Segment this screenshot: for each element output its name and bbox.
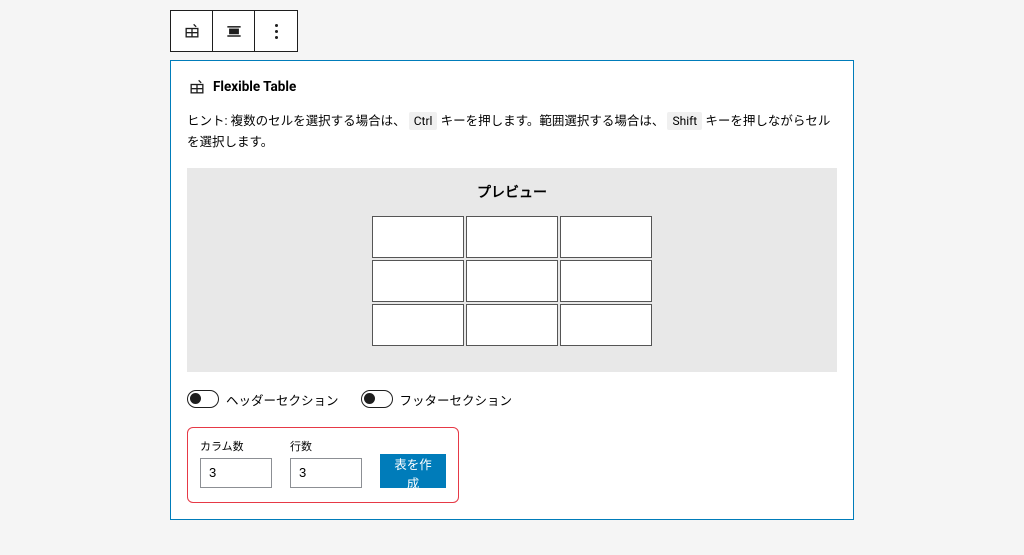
preview-table	[370, 214, 654, 348]
table-cell[interactable]	[372, 260, 464, 302]
table-cell[interactable]	[466, 304, 558, 346]
columns-input[interactable]	[200, 458, 272, 488]
rows-field: 行数	[290, 438, 362, 488]
kbd-ctrl: Ctrl	[409, 112, 438, 130]
section-toggles: ヘッダーセクション フッターセクション	[187, 390, 837, 409]
block-header: Flexible Table	[187, 77, 837, 97]
block-toolbar	[170, 10, 298, 52]
hint-part: キーを押します。範囲選択する場合は、	[441, 114, 665, 129]
table-cell[interactable]	[560, 304, 652, 346]
header-toggle-label: ヘッダーセクション	[226, 390, 339, 409]
kbd-shift: Shift	[667, 112, 702, 130]
block-title: Flexible Table	[213, 79, 296, 95]
hint-part: ヒント: 複数のセルを選択する場合は、	[187, 114, 406, 129]
create-table-button[interactable]: 表を作成	[380, 454, 446, 488]
align-icon	[224, 21, 244, 41]
table-icon	[182, 21, 202, 41]
more-icon	[275, 24, 278, 39]
rows-input[interactable]	[290, 458, 362, 488]
preview-area: プレビュー	[187, 168, 837, 372]
table-cell[interactable]	[466, 216, 558, 258]
table-row	[372, 304, 652, 346]
block-type-button[interactable]	[171, 11, 213, 51]
table-cell[interactable]	[466, 260, 558, 302]
table-row	[372, 216, 652, 258]
table-cell[interactable]	[560, 260, 652, 302]
header-toggle-group: ヘッダーセクション	[187, 390, 339, 409]
hint-text: ヒント: 複数のセルを選択する場合は、 Ctrl キーを押します。範囲選択する場…	[187, 111, 837, 154]
table-row	[372, 260, 652, 302]
columns-label: カラム数	[200, 438, 272, 454]
columns-field: カラム数	[200, 438, 272, 488]
footer-toggle-label: フッターセクション	[400, 390, 513, 409]
create-table-section: カラム数 行数 表を作成	[187, 427, 459, 503]
table-cell[interactable]	[372, 304, 464, 346]
table-icon	[187, 77, 207, 97]
more-options-button[interactable]	[255, 11, 297, 51]
header-section-toggle[interactable]	[187, 390, 219, 408]
table-cell[interactable]	[560, 216, 652, 258]
rows-label: 行数	[290, 438, 362, 454]
flexible-table-block: Flexible Table ヒント: 複数のセルを選択する場合は、 Ctrl …	[170, 60, 854, 520]
footer-toggle-group: フッターセクション	[361, 390, 513, 409]
table-cell[interactable]	[372, 216, 464, 258]
align-button[interactable]	[213, 11, 255, 51]
footer-section-toggle[interactable]	[361, 390, 393, 408]
preview-title: プレビュー	[201, 182, 823, 202]
